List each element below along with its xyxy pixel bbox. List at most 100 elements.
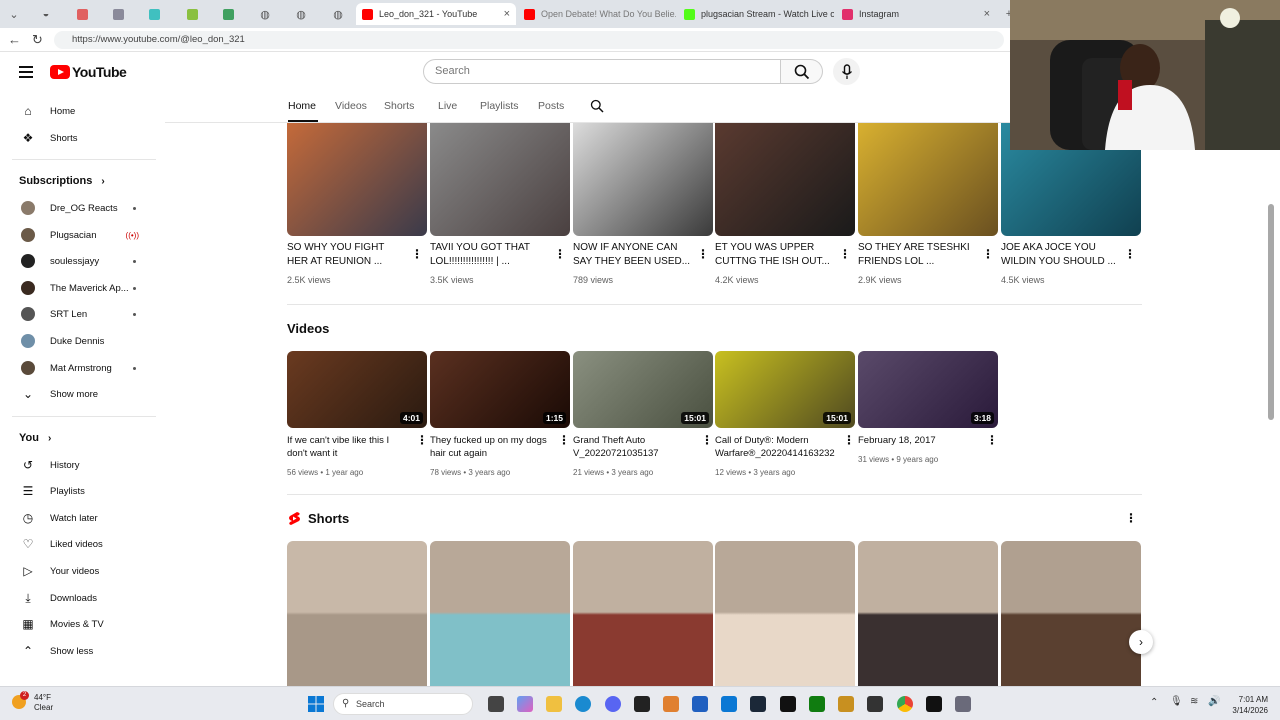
more-options-icon[interactable]: ⋮ <box>986 434 998 446</box>
video-thumbnail[interactable]: 1:15 <box>430 351 570 428</box>
url-field[interactable]: https://www.youtube.com/@leo_don_321 <box>54 31 1004 49</box>
tab-shorts[interactable]: Shorts <box>384 100 414 112</box>
subscriptions-heading[interactable]: Subscriptions › <box>19 175 105 187</box>
chrome-icon[interactable] <box>897 696 913 712</box>
tab-videos[interactable]: Videos <box>335 100 367 112</box>
tab-home[interactable]: Home <box>288 100 316 112</box>
channel-search-icon[interactable] <box>590 99 604 113</box>
tiktok-icon[interactable] <box>926 696 942 712</box>
task-view-icon[interactable] <box>488 696 504 712</box>
video-title[interactable]: Call of Duty®: Modern Warfare®_2022041416… <box>715 434 837 460</box>
reload-icon[interactable]: ↻ <box>32 32 43 48</box>
back-icon[interactable]: ← <box>8 32 21 47</box>
copilot-icon[interactable] <box>517 696 533 712</box>
pinned-tab-icon[interactable] <box>144 5 164 23</box>
video-thumbnail[interactable] <box>287 123 427 236</box>
tab-live[interactable]: Live <box>438 100 457 112</box>
short-thumbnail[interactable] <box>1001 541 1141 686</box>
browser-tab-kick[interactable]: plugsacian Stream - Watch Live on... × <box>678 3 834 25</box>
sidebar-item-home[interactable]: ⌂ Home <box>12 98 154 124</box>
carousel-next-button[interactable]: › <box>1129 630 1153 654</box>
browser-tab-instagram[interactable]: Instagram × <box>836 3 996 25</box>
shorts-section-title[interactable]: Shorts <box>308 511 349 526</box>
hamburger-menu-icon[interactable] <box>19 66 33 78</box>
short-thumbnail[interactable] <box>430 541 570 686</box>
youtube-logo[interactable]: YouTube <box>50 64 127 80</box>
subscription-item[interactable]: SRT Len <box>12 301 154 327</box>
app-icon[interactable] <box>663 696 679 712</box>
more-options-icon[interactable]: ⋮ <box>697 248 709 260</box>
video-thumbnail[interactable]: 15:01 <box>715 351 855 428</box>
steam-icon[interactable] <box>750 696 766 712</box>
show-less-button[interactable]: ⌃ Show less <box>12 638 154 664</box>
search-input[interactable]: Search <box>423 59 781 84</box>
sidebar-item-playlists[interactable]: ☰ Playlists <box>12 478 154 504</box>
windows-start-icon[interactable] <box>308 696 324 712</box>
show-more-button[interactable]: ⌄ Show more <box>12 381 154 407</box>
more-options-icon[interactable]: ⋮ <box>411 248 423 260</box>
more-options-icon[interactable]: ⋮ <box>558 434 570 446</box>
edge-icon[interactable] <box>575 696 591 712</box>
video-title[interactable]: If we can't vibe like this Idon't want i… <box>287 434 409 460</box>
video-title[interactable]: They fucked up on my dogs hair cut again <box>430 434 552 460</box>
globe-icon[interactable]: ◍ <box>255 5 275 23</box>
you-heading[interactable]: You › <box>19 432 51 444</box>
chevron-up-icon[interactable]: ⌃ <box>1150 697 1158 708</box>
tab-list-icon[interactable]: ⌄ <box>4 5 24 23</box>
search-button[interactable] <box>781 59 823 84</box>
volume-icon[interactable]: 🔊 <box>1208 696 1220 707</box>
sidebar-item-shorts[interactable]: ❖ Shorts <box>12 125 154 151</box>
file-explorer-icon[interactable] <box>546 696 562 712</box>
tab-posts[interactable]: Posts <box>538 100 564 112</box>
close-tab-icon[interactable]: × <box>504 8 510 20</box>
app-icon[interactable] <box>867 696 883 712</box>
more-options-icon[interactable]: ⋮ <box>416 434 428 446</box>
video-thumbnail[interactable]: 4:01 <box>287 351 427 428</box>
wifi-icon[interactable]: ≋ <box>1190 696 1198 707</box>
videos-section-title[interactable]: Videos <box>287 321 329 336</box>
pinned-tab-icon[interactable] <box>72 5 92 23</box>
short-thumbnail[interactable] <box>858 541 998 686</box>
more-options-icon[interactable]: ⋮ <box>1124 248 1136 260</box>
app-icon[interactable] <box>692 696 708 712</box>
sidebar-item-history[interactable]: ↺ History <box>12 452 154 478</box>
xbox-icon[interactable] <box>809 696 825 712</box>
browser-tab-debate[interactable]: Open Debate! What Do You Belie... × <box>518 3 676 25</box>
video-title[interactable]: SO WHY YOU FIGHT HER AT REUNION ... <box>287 241 409 269</box>
subscription-item[interactable]: Duke Dennis <box>12 328 154 354</box>
clock[interactable]: 7:01 AM 3/14/2026 <box>1224 694 1268 716</box>
sidebar-item-downloads[interactable]: ⤓ Downloads <box>12 585 154 611</box>
microphone-icon[interactable]: 🎙 <box>1170 696 1183 707</box>
voice-search-button[interactable] <box>833 58 860 85</box>
more-options-icon[interactable]: ⋮ <box>701 434 713 446</box>
outlook-icon[interactable] <box>721 696 737 712</box>
video-title[interactable]: TAVII YOU GOT THAT LOL!!!!!!!!!!!!!!!! | … <box>430 241 552 269</box>
video-thumbnail[interactable]: 15:01 <box>573 351 713 428</box>
video-thumbnail[interactable]: 3:18 <box>858 351 998 428</box>
app-icon[interactable] <box>634 696 650 712</box>
settings-icon[interactable] <box>955 696 971 712</box>
subscription-item[interactable]: Plugsacian ((•)) <box>12 222 154 248</box>
more-options-icon[interactable]: ⋮ <box>843 434 855 446</box>
weather-widget[interactable]: 44°F Clear <box>34 693 53 713</box>
subscription-item[interactable]: Dre_OG Reacts <box>12 195 154 221</box>
globe-icon[interactable]: ◍ <box>328 5 348 23</box>
pinned-tab-icon[interactable]: ◒ <box>36 5 56 23</box>
video-thumbnail[interactable] <box>573 123 713 236</box>
pinned-tab-icon[interactable] <box>108 5 128 23</box>
more-options-icon[interactable]: ⋮ <box>1125 512 1137 524</box>
more-options-icon[interactable]: ⋮ <box>982 248 994 260</box>
taskbar-search[interactable]: ⚲ Search <box>333 693 473 715</box>
video-title[interactable]: February 18, 2017 <box>858 434 980 447</box>
subscription-item[interactable]: soulessjayy <box>12 248 154 274</box>
sidebar-item-your-videos[interactable]: ▷ Your videos <box>12 558 154 584</box>
video-title[interactable]: Grand Theft Auto V_20220721035137 <box>573 434 695 460</box>
pinned-tab-icon[interactable] <box>182 5 202 23</box>
video-title[interactable]: JOE AKA JOCE YOU WILDIN YOU SHOULD ... <box>1001 241 1123 269</box>
subscription-item[interactable]: Mat Armstrong <box>12 355 154 381</box>
pinned-tab-icon[interactable] <box>218 5 238 23</box>
sidebar-item-movies-tv[interactable]: ▦ Movies & TV <box>12 611 154 637</box>
app-icon[interactable] <box>838 696 854 712</box>
short-thumbnail[interactable] <box>287 541 427 686</box>
more-options-icon[interactable]: ⋮ <box>839 248 851 260</box>
